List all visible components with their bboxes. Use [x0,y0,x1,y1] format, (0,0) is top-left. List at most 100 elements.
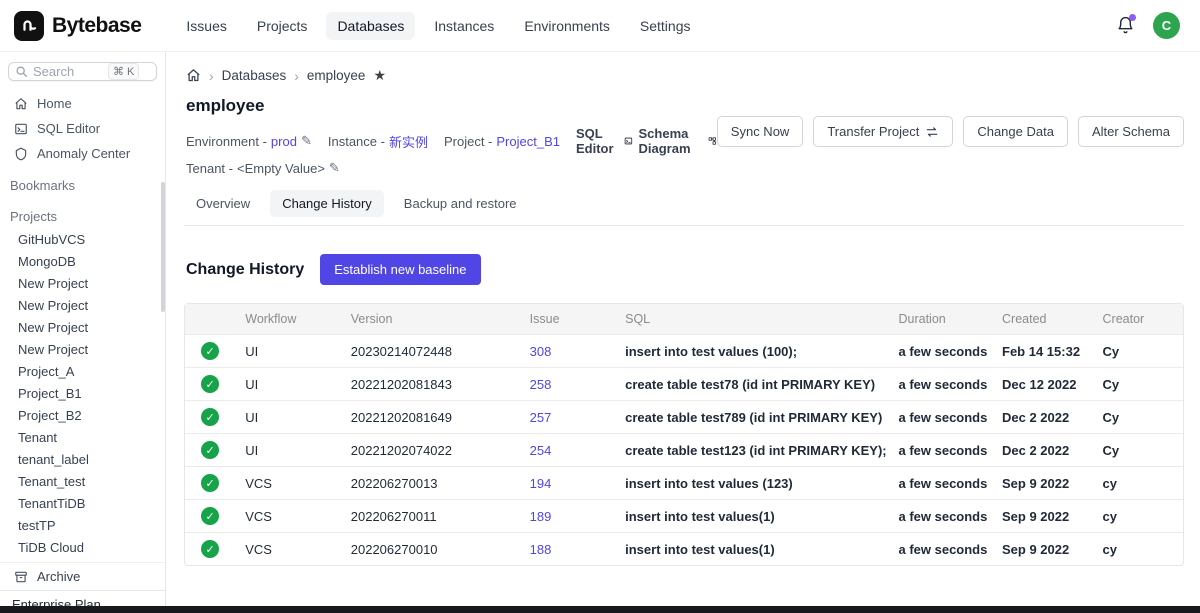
sidebar-project-item[interactable]: TiDB Cloud [0,536,165,558]
created-cell: Dec 2 2022 [992,400,1093,433]
instance-link[interactable]: 新实例 [389,132,428,151]
brand[interactable]: Bytebase [14,11,141,41]
sidebar-project-item[interactable]: New Project [0,316,165,338]
nav-databases[interactable]: Databases [326,12,415,40]
nav-instances[interactable]: Instances [423,12,505,40]
tab-backup-restore[interactable]: Backup and restore [392,190,529,217]
project-item-label: New Project [18,320,88,335]
sidebar-project-item[interactable]: TenantTiDB [0,492,165,514]
nav-projects[interactable]: Projects [246,12,319,40]
tenant-value: <Empty Value> [237,161,325,176]
schema-diagram-shortcut[interactable]: Schema Diagram [639,126,717,156]
nav-environments[interactable]: Environments [513,12,621,40]
search-shortcut: ⌘ K [108,63,139,80]
history-table-row[interactable]: ✓ UI 20221202081649 257 create table tes… [185,400,1183,433]
sidebar-project-item[interactable]: testTP [0,514,165,536]
nav-settings[interactable]: Settings [629,12,702,40]
version-cell: 20221202081843 [341,367,520,400]
created-cell: Sep 9 2022 [992,532,1093,565]
breadcrumb-home-icon[interactable] [186,68,201,83]
sidebar-item-anomaly-center[interactable]: Anomaly Center [0,141,165,166]
search-input[interactable] [33,64,103,79]
tab-bar: Overview Change History Backup and resto… [184,190,1184,226]
version-cell: 20230214072448 [341,334,520,367]
version-cell: 202206270013 [341,466,520,499]
favorite-star-icon[interactable]: ★ [373,67,386,84]
sidebar-scrollbar[interactable] [161,182,165,312]
issue-link[interactable]: 194 [530,476,552,491]
sidebar-project-item[interactable]: New Project [0,272,165,294]
transfer-project-button[interactable]: Transfer Project [813,116,953,147]
version-cell: 202206270011 [341,499,520,532]
duration-cell: a few seconds [888,499,992,532]
search-icon [15,65,28,78]
notification-dot [1129,14,1136,21]
sidebar-project-item[interactable]: Project_B2 [0,404,165,426]
nav-issues[interactable]: Issues [175,12,237,40]
environment-link[interactable]: prod [271,134,297,149]
history-table-row[interactable]: ✓ UI 20221202074022 254 create table tes… [185,433,1183,466]
issue-link[interactable]: 189 [530,509,552,524]
version-cell: 20221202074022 [341,433,520,466]
project-link[interactable]: Project_B1 [496,134,560,149]
edit-environment-icon[interactable]: ✎ [301,133,312,149]
history-table-row[interactable]: ✓ UI 20230214072448 308 insert into test… [185,334,1183,367]
tab-overview[interactable]: Overview [184,190,262,217]
sidebar-project-item[interactable]: New Project [0,294,165,316]
search-box[interactable]: ⌘ K [8,62,157,81]
breadcrumb-databases[interactable]: Databases [222,68,287,83]
col-sql: SQL [615,304,888,334]
sidebar-project-item[interactable]: Tenant [0,426,165,448]
sidebar-item-archive[interactable]: Archive [0,562,165,590]
project-item-label: Tenant_test [18,474,85,489]
change-history-header: Change History Establish new baseline [186,254,1184,285]
breadcrumb-employee[interactable]: employee [307,68,366,83]
workflow-cell: VCS [235,532,341,565]
creator-cell: cy [1093,532,1184,565]
sidebar-project-item[interactable]: GitHubVCS [0,228,165,250]
version-cell: 20221202081649 [341,400,520,433]
sql-editor-icon [14,122,28,136]
sidebar-project-item[interactable]: tenant_label [0,448,165,470]
duration-cell: a few seconds [888,532,992,565]
alter-schema-button[interactable]: Alter Schema [1078,116,1184,147]
sql-editor-shortcut[interactable]: SQL Editor [576,126,633,156]
tab-change-history[interactable]: Change History [270,190,384,217]
establish-baseline-button[interactable]: Establish new baseline [320,254,480,285]
change-data-button[interactable]: Change Data [963,116,1068,147]
sidebar-project-item[interactable]: Project_B1 [0,382,165,404]
sql-cell: insert into test values (123) [615,466,888,499]
change-history-table: Workflow Version Issue SQL Duration Crea… [184,303,1184,566]
avatar[interactable]: C [1153,12,1180,39]
sync-now-button[interactable]: Sync Now [717,116,804,147]
app-window: Bytebase Issues Projects Databases Insta… [0,0,1200,613]
sidebar-project-item[interactable]: Tenant_test [0,470,165,492]
status-done-icon: ✓ [201,375,219,393]
sidebar-item-sql-editor[interactable]: SQL Editor [0,116,165,141]
project-item-label: MongoDB [18,254,76,269]
topbar-right: C [1116,12,1180,39]
main-nav: Issues Projects Databases Instances Envi… [175,12,1116,40]
workflow-cell: UI [235,367,341,400]
database-meta-line-2: Tenant - <Empty Value> ✎ [184,158,717,178]
creator-cell: cy [1093,466,1184,499]
sidebar-project-item[interactable]: MongoDB [0,250,165,272]
sidebar-project-item[interactable]: New Project [0,338,165,360]
workflow-cell: VCS [235,466,341,499]
issue-link[interactable]: 258 [530,377,552,392]
issue-link[interactable]: 308 [530,344,552,359]
sidebar-project-item[interactable]: Project_A [0,360,165,382]
history-table-row[interactable]: ✓ VCS 202206270013 194 insert into test … [185,466,1183,499]
project-list: GitHubVCS MongoDB New Project New Projec… [0,228,165,558]
history-table-row[interactable]: ✓ UI 20221202081843 258 create table tes… [185,367,1183,400]
edit-tenant-icon[interactable]: ✎ [329,160,340,176]
notification-bell-icon[interactable] [1116,16,1135,35]
history-table-row[interactable]: ✓ VCS 202206270010 188 insert into test … [185,532,1183,565]
history-table-row[interactable]: ✓ VCS 202206270011 189 insert into test … [185,499,1183,532]
issue-link[interactable]: 257 [530,410,552,425]
issue-link[interactable]: 188 [530,542,552,557]
sidebar-item-home[interactable]: Home [0,91,165,116]
sql-cell: create table test78 (id int PRIMARY KEY) [615,367,888,400]
issue-link[interactable]: 254 [530,443,552,458]
col-duration: Duration [888,304,992,334]
